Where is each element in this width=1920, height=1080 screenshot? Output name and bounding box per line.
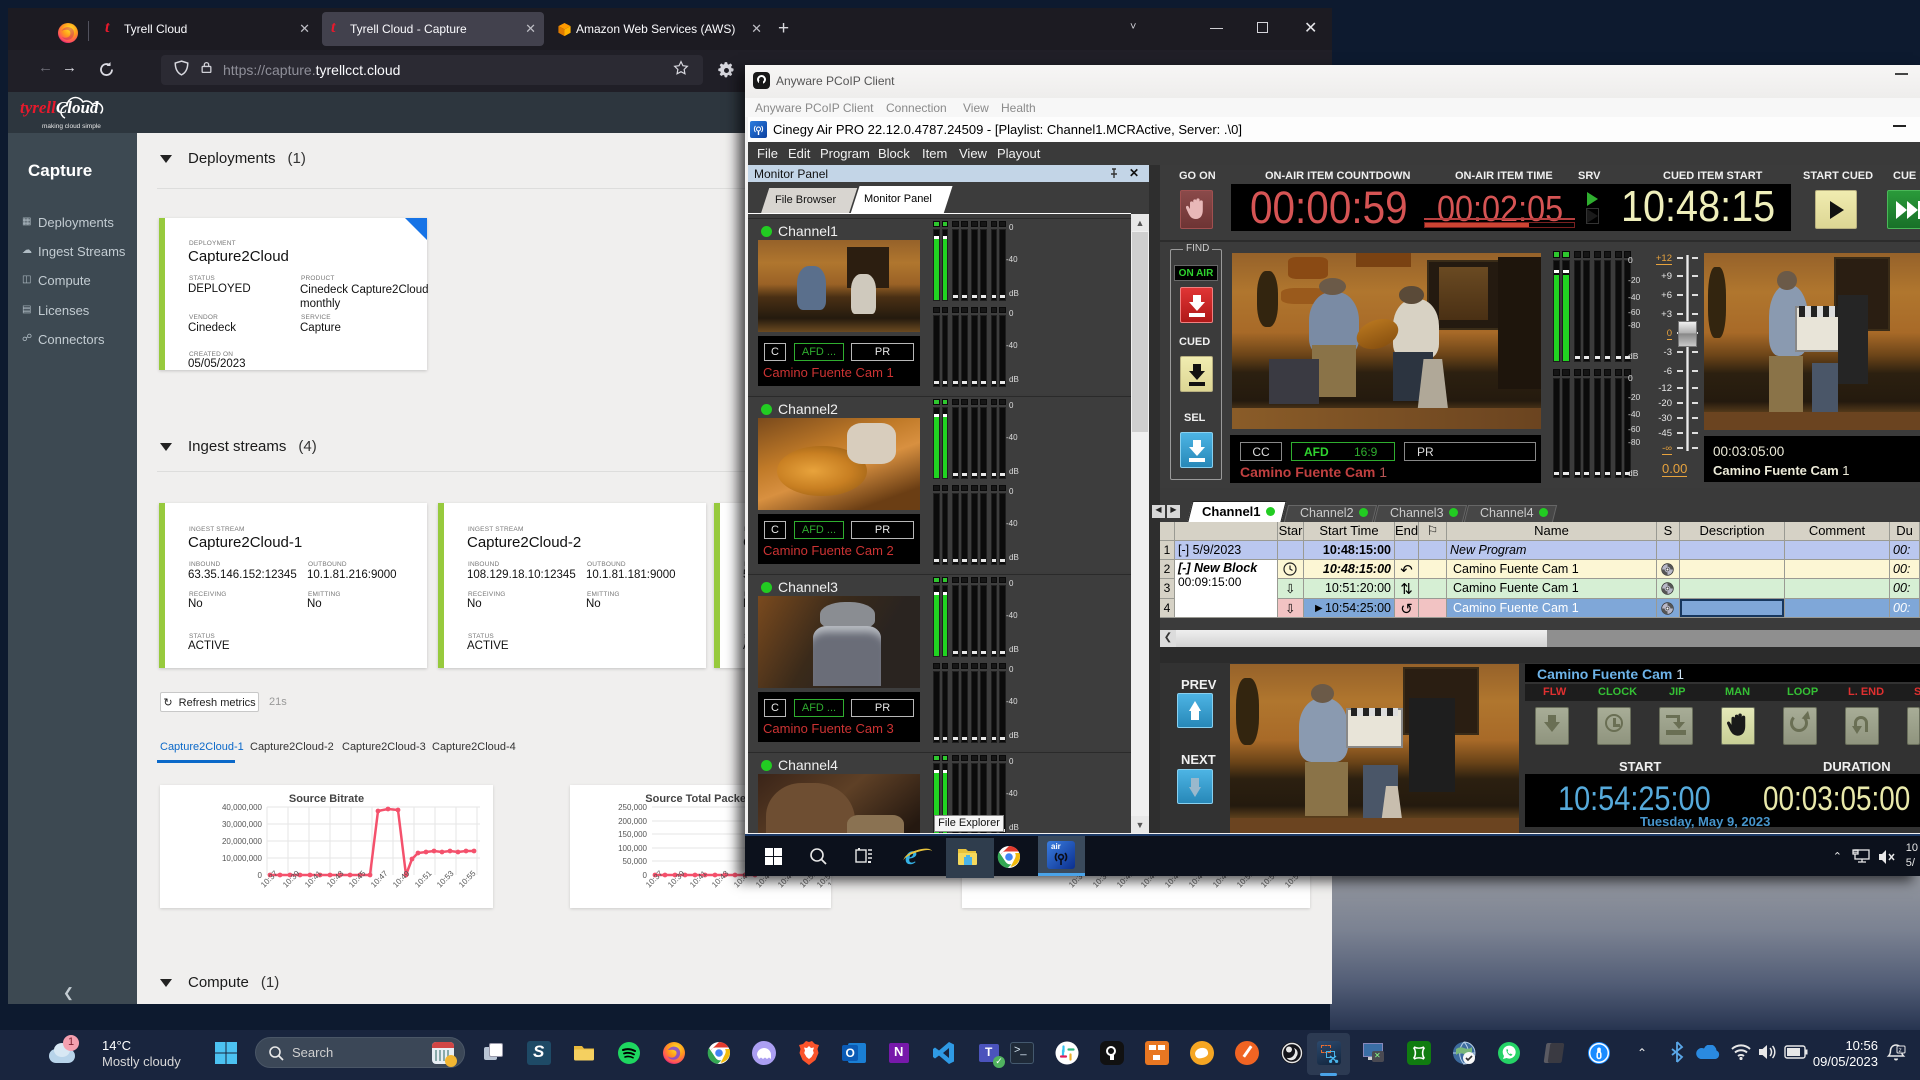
- svg-text:250,000: 250,000: [618, 803, 647, 812]
- svg-text:10:43: 10:43: [325, 869, 346, 890]
- svg-text:10:49: 10:49: [391, 869, 412, 890]
- svg-text:200,000: 200,000: [618, 817, 647, 826]
- svg-text:150,000: 150,000: [618, 830, 647, 839]
- svg-text:40,000,000: 40,000,000: [222, 803, 263, 812]
- svg-text:10:37: 10:37: [259, 869, 280, 890]
- svg-text:10:51: 10:51: [413, 869, 434, 890]
- svg-text:10,000,000: 10,000,000: [222, 854, 263, 863]
- svg-text:10:39: 10:39: [281, 869, 302, 890]
- svg-text:100,000: 100,000: [618, 844, 647, 853]
- svg-text:10:55: 10:55: [457, 869, 478, 890]
- svg-text:10:39: 10:39: [666, 869, 687, 890]
- svg-text:z: z: [1899, 1047, 1902, 1054]
- svg-text:10:43: 10:43: [710, 869, 731, 890]
- svg-text:10:53: 10:53: [435, 869, 456, 890]
- svg-text:10:37: 10:37: [644, 869, 665, 890]
- svg-text:10:45: 10:45: [347, 869, 368, 890]
- svg-text:0: 0: [258, 871, 263, 880]
- svg-text:30,000,000: 30,000,000: [222, 820, 263, 829]
- svg-text:20,000,000: 20,000,000: [222, 837, 263, 846]
- svg-text:50,000: 50,000: [623, 857, 648, 866]
- svg-text:10:41: 10:41: [688, 869, 709, 890]
- svg-text:10:41: 10:41: [303, 869, 324, 890]
- svg-text:0: 0: [643, 871, 648, 880]
